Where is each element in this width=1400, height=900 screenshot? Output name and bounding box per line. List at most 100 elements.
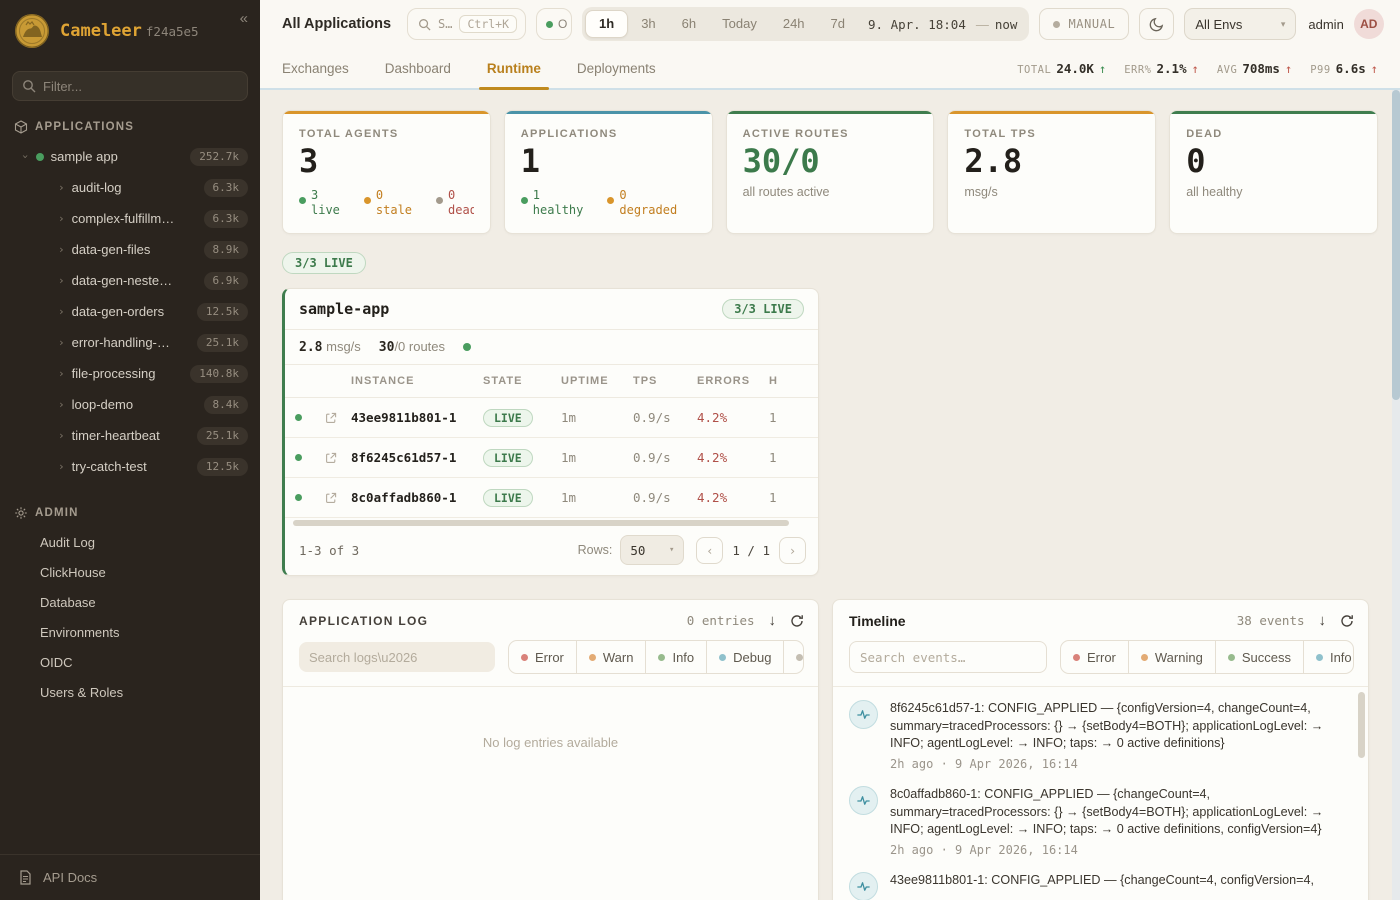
tab-deployments[interactable]: Deployments (577, 48, 656, 88)
sidebar-item-data-gen-files[interactable]: ›data-gen-files8.9k (0, 234, 260, 265)
sidebar-item-complex-fulfillm[interactable]: ›complex-fulfillm…6.3k (0, 203, 260, 234)
instance-id: 8c0affadb860-1 (351, 490, 483, 505)
sidebar-item-error-handling[interactable]: ›error-handling-…25.1k (0, 327, 260, 358)
sidebar-item-timer-heartbeat[interactable]: ›timer-heartbeat25.1k (0, 420, 260, 451)
range-to[interactable]: now (995, 17, 1018, 32)
app-panel-title[interactable]: sample-app (299, 300, 389, 318)
filter-error[interactable]: Error (1061, 641, 1128, 673)
chevron-down-icon: ▾ (669, 545, 674, 555)
h-value: 1 (769, 410, 818, 425)
card-title: TOTAL AGENTS (299, 128, 474, 140)
online-status-pill[interactable]: O (536, 8, 572, 40)
filter-debug[interactable]: Debug (706, 641, 783, 673)
sidebar-item-users-roles[interactable]: Users & Roles (0, 677, 260, 707)
rows-per-page-select[interactable]: 50▾ (620, 535, 684, 565)
sidebar-item-data-gen-orders[interactable]: ›data-gen-orders12.5k (0, 296, 260, 327)
filter-trace[interactable]: Trace (783, 641, 804, 673)
applications-section-label: APPLICATIONS (35, 121, 134, 133)
refresh-icon[interactable] (1340, 614, 1354, 628)
filter-info[interactable]: Info (645, 641, 706, 673)
trend-up-icon: ↑ (1285, 62, 1292, 76)
stale-dot (364, 197, 371, 204)
count-badge: 8.4k (204, 396, 249, 414)
sidebar-item-try-catch-test[interactable]: ›try-catch-test12.5k (0, 451, 260, 482)
search-icon (22, 79, 36, 93)
summary-cards: TOTAL AGENTS 3 3live 0stale 0dead APPLIC… (282, 110, 1378, 234)
manual-status-dot (1053, 21, 1060, 28)
global-search-button[interactable]: S… Ctrl+K (407, 8, 526, 40)
chevron-down-icon: › (19, 153, 32, 160)
live-filter-chip[interactable]: 3/3 LIVE (282, 252, 366, 274)
filter-error[interactable]: Error (509, 641, 576, 673)
sidebar-item-oidc[interactable]: OIDC (0, 647, 260, 677)
event-meta: 2h ago · 9 Apr 2026, 16:14 (890, 843, 1348, 857)
range-today[interactable]: Today (709, 10, 770, 38)
external-link-icon[interactable] (311, 492, 351, 504)
external-link-icon[interactable] (311, 452, 351, 464)
table-row[interactable]: 43ee9811b801-1 LIVE 1m 0.9/s 4.2% 1 (285, 398, 818, 438)
sidebar-collapse-icon[interactable]: « (240, 10, 248, 27)
sidebar-filter-input[interactable] (12, 71, 248, 101)
download-icon[interactable]: ↓ (1319, 612, 1327, 629)
table-row[interactable]: 8c0affadb860-1 LIVE 1m 0.9/s 4.2% 1 (285, 478, 818, 518)
h-value: 1 (769, 490, 818, 505)
timeline-event[interactable]: 8f6245c61d57-1: CONFIG_APPLIED — {config… (849, 700, 1348, 771)
manual-refresh-button[interactable]: MANUAL (1039, 8, 1129, 40)
sidebar-item-environments[interactable]: Environments (0, 617, 260, 647)
log-search-input[interactable] (299, 642, 495, 672)
timeline-event[interactable]: 8c0affadb860-1: CONFIG_APPLIED — {change… (849, 786, 1348, 857)
timeline-search-input[interactable] (849, 641, 1047, 673)
online-status-dot (546, 21, 553, 28)
timeline-scrollbar[interactable] (1358, 692, 1365, 900)
range-from[interactable]: 9. Apr. 18:04 (858, 17, 970, 32)
filter-success[interactable]: Success (1215, 641, 1303, 673)
sidebar-item-data-gen-neste[interactable]: ›data-gen-neste…6.9k (0, 265, 260, 296)
info-dot (1316, 654, 1323, 661)
sidebar-item-audit-log-admin[interactable]: Audit Log (0, 527, 260, 557)
sidebar-item-sample-app[interactable]: › sample app 252.7k (0, 141, 260, 172)
range-24h[interactable]: 24h (770, 10, 818, 38)
horizontal-scrollbar[interactable] (293, 520, 810, 528)
manual-label: MANUAL (1068, 17, 1115, 31)
range-3h[interactable]: 3h (628, 10, 668, 38)
range-7d[interactable]: 7d (818, 10, 858, 38)
filter-info[interactable]: Info (1303, 641, 1354, 673)
sidebar-item-audit-log[interactable]: ›audit-log6.3k (0, 172, 260, 203)
main-scrollbar[interactable] (1392, 90, 1400, 900)
sidebar-item-loop-demo[interactable]: ›loop-demo8.4k (0, 389, 260, 420)
sidebar-item-clickhouse[interactable]: ClickHouse (0, 557, 260, 587)
live-status-pill: 3/3 LIVE (722, 299, 804, 319)
table-row[interactable]: 8f6245c61d57-1 LIVE 1m 0.9/s 4.2% 1 (285, 438, 818, 478)
refresh-icon[interactable] (790, 614, 804, 628)
count-badge: 25.1k (197, 427, 248, 445)
sidebar-item-file-processing[interactable]: ›file-processing140.8k (0, 358, 260, 389)
card-title: APPLICATIONS (521, 128, 696, 140)
timeline-event[interactable]: 43ee9811b801-1: CONFIG_APPLIED — {change… (849, 872, 1348, 900)
state-pill: LIVE (483, 409, 533, 427)
chevron-right-icon: › (58, 460, 65, 473)
next-page-button[interactable]: › (779, 537, 806, 564)
tab-exchanges[interactable]: Exchanges (282, 48, 349, 88)
stat-err: ERR%2.1%↑ (1124, 61, 1199, 76)
rows-range-label: 1-3 of 3 (299, 543, 359, 558)
rows-per-page-label: Rows: (578, 543, 613, 557)
filter-warn[interactable]: Warn (576, 641, 646, 673)
avatar[interactable]: AD (1354, 9, 1384, 39)
status-dot-live (463, 343, 471, 351)
tab-dashboard[interactable]: Dashboard (385, 48, 451, 88)
app-panel-sample-app: sample-app 3/3 LIVE 2.8 msg/s 30/0 route… (282, 288, 819, 576)
external-link-icon[interactable] (311, 412, 351, 424)
env-select[interactable]: All Envs ▾ (1184, 8, 1296, 40)
range-6h[interactable]: 6h (669, 10, 709, 38)
range-1h[interactable]: 1h (585, 10, 628, 38)
sidebar-item-database[interactable]: Database (0, 587, 260, 617)
prev-page-button[interactable]: ‹ (696, 537, 723, 564)
dark-mode-toggle[interactable] (1139, 8, 1174, 40)
api-docs-link[interactable]: API Docs (0, 854, 260, 900)
tree-item-label: data-gen-neste… (72, 273, 172, 288)
filter-warning[interactable]: Warning (1128, 641, 1215, 673)
card-value: 2.8 (964, 145, 1139, 179)
download-icon[interactable]: ↓ (769, 612, 777, 629)
degraded-dot (607, 197, 614, 204)
tab-runtime[interactable]: Runtime (487, 48, 541, 88)
